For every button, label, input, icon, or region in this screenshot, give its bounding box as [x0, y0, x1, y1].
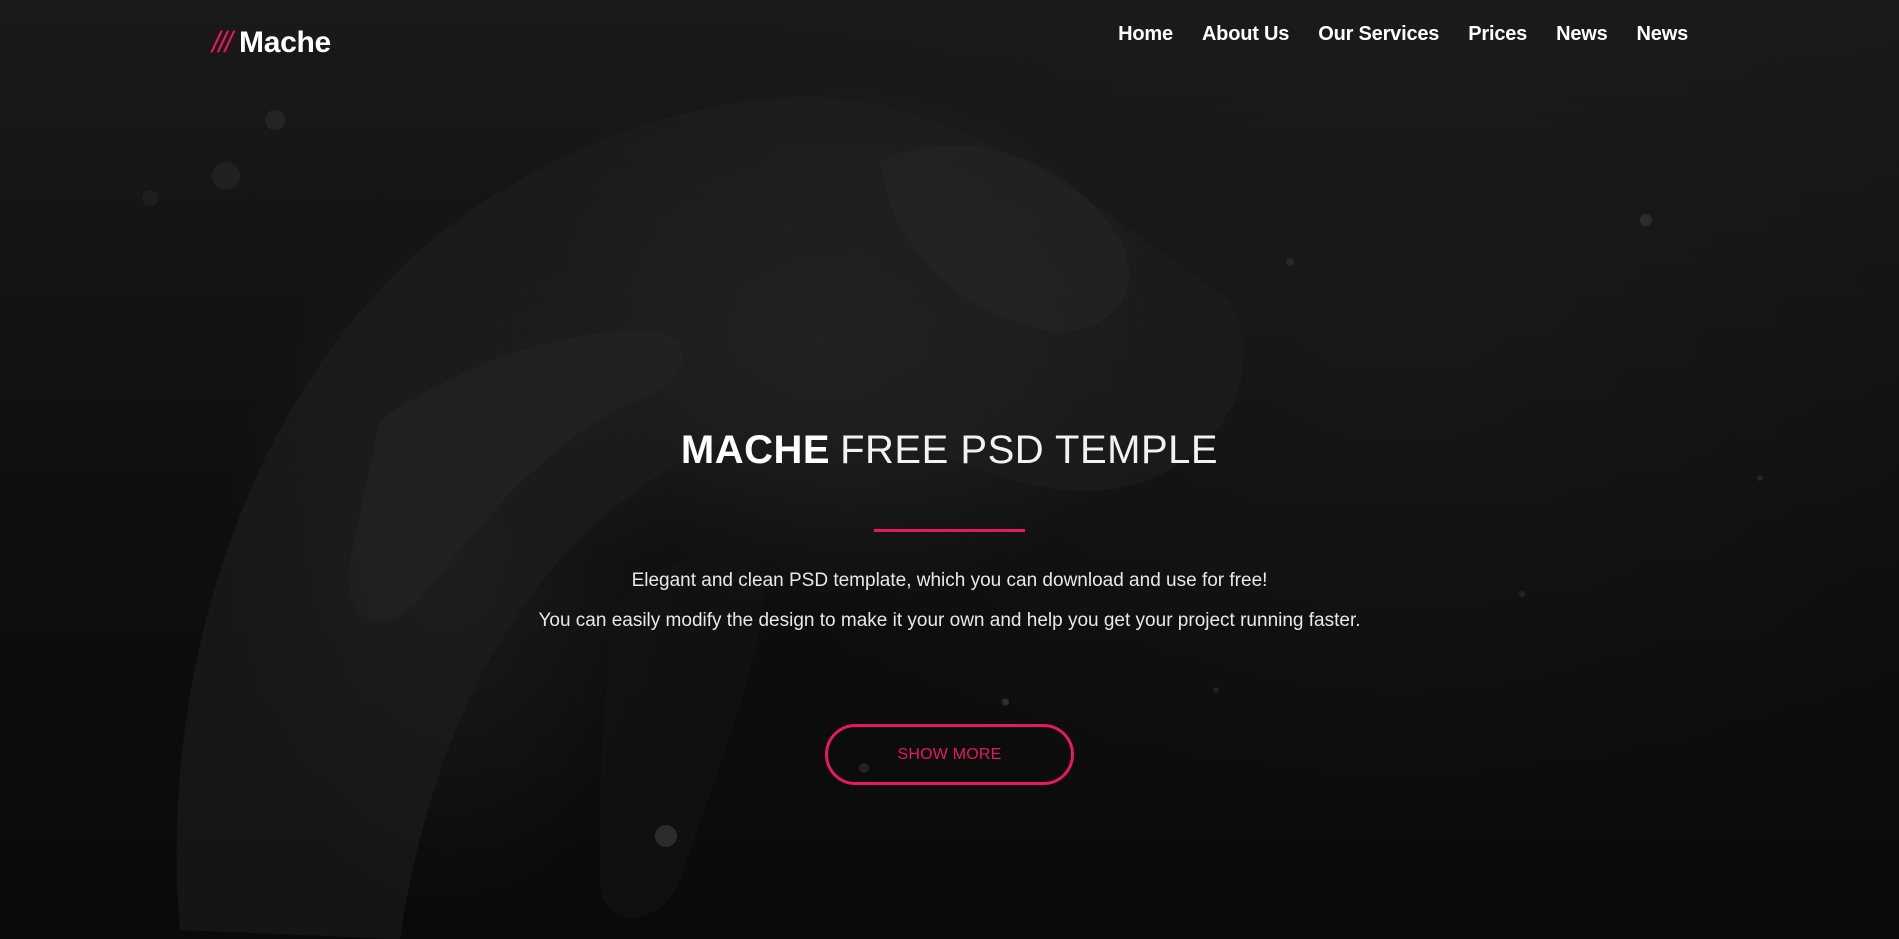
nav-item-prices[interactable]: Prices: [1468, 21, 1527, 47]
brand-logo[interactable]: /// Mache: [212, 26, 331, 60]
hero-description-line-2: You can easily modify the design to make…: [538, 610, 1361, 631]
nav-item-news-2[interactable]: News: [1637, 21, 1689, 47]
hero-title: MACHE FREE PSD TEMPLE: [0, 428, 1899, 473]
main-nav: Home About Us Our Services Prices News N…: [1118, 21, 1688, 47]
nav-item-about-us[interactable]: About Us: [1202, 21, 1289, 47]
hero-title-light: FREE PSD TEMPLE: [840, 428, 1219, 472]
hero-title-strong: MACHE: [680, 428, 831, 472]
nav-item-home[interactable]: Home: [1118, 21, 1173, 47]
logo-text: Mache: [239, 26, 331, 59]
title-divider: [874, 529, 1025, 532]
show-more-button[interactable]: SHOW MORE: [825, 724, 1074, 785]
nav-item-news[interactable]: News: [1556, 21, 1608, 47]
logo-slashes: ///: [212, 26, 233, 59]
hero-description-line-1: Elegant and clean PSD template, which yo…: [631, 570, 1268, 591]
nav-item-our-services[interactable]: Our Services: [1318, 21, 1439, 47]
